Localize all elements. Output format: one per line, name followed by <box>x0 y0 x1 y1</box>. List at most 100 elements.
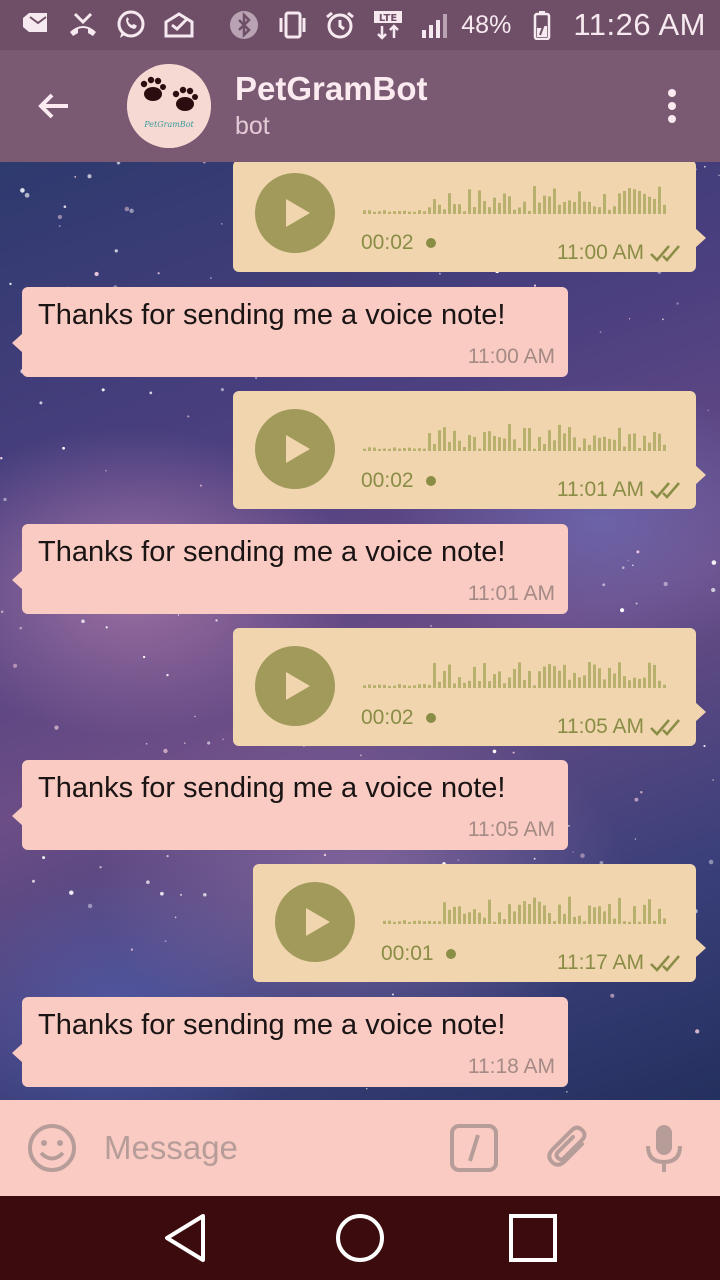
waveform-bar <box>383 210 386 214</box>
waveform-bar <box>458 906 461 924</box>
waveform-bar <box>398 448 401 451</box>
waveform-bar <box>388 211 391 214</box>
voice-message[interactable]: 00:02 11:05 AM <box>233 628 706 746</box>
waveform-bar <box>398 684 401 688</box>
star <box>711 560 717 565</box>
message-time: 11:01 AM <box>467 582 555 605</box>
waveform-bar <box>583 438 586 451</box>
incoming-message[interactable]: Thanks for sending me a voice note! 11:0… <box>12 524 568 614</box>
star <box>149 391 153 395</box>
avatar-logo-text: PetGramBot <box>143 120 194 129</box>
waveform-bar <box>623 190 626 214</box>
signal-icon <box>419 10 453 40</box>
waveform-bar <box>368 447 371 451</box>
waveform-bar <box>443 427 446 451</box>
message-text: Thanks for sending me a voice note! <box>38 772 506 804</box>
waveform-bar <box>363 685 366 688</box>
battery-percent: 48% <box>461 10 512 39</box>
waveform-bar <box>408 921 411 924</box>
star <box>81 619 85 624</box>
star <box>183 742 186 744</box>
waveform-bar <box>658 680 661 688</box>
nav-home-button[interactable] <box>330 1208 390 1268</box>
waveform-bar <box>593 206 596 214</box>
star <box>366 1088 368 1090</box>
waveform-bar <box>568 679 571 688</box>
waveform-bar <box>663 204 666 214</box>
waveform-bar <box>528 210 531 214</box>
waveform-bar <box>568 896 571 924</box>
waveform-bar <box>403 920 406 924</box>
waveform-bar <box>518 447 521 451</box>
waveform-bar <box>483 663 486 688</box>
waveform-bar <box>618 193 621 214</box>
waveform-bar <box>558 904 561 924</box>
star <box>215 619 218 622</box>
voice-message[interactable]: 00:02 11:01 AM <box>233 391 706 509</box>
waveform-bar <box>383 448 386 451</box>
svg-text:LTE: LTE <box>379 13 398 24</box>
waveform-bar <box>493 435 496 451</box>
waveform-bar <box>458 440 461 451</box>
back-button[interactable] <box>14 50 94 162</box>
waveform-bar <box>543 195 546 214</box>
waveform-bar <box>598 906 601 924</box>
bot-command-button[interactable] <box>448 1122 500 1174</box>
incoming-message[interactable]: Thanks for sending me a voice note! 11:0… <box>12 287 568 377</box>
incoming-message[interactable]: Thanks for sending me a voice note! 11:0… <box>12 760 568 850</box>
system-navigation-bar <box>0 1196 720 1280</box>
star <box>636 550 640 554</box>
waveform-bar <box>523 427 526 451</box>
message-time: 11:01 AM <box>556 478 644 501</box>
waveform-bar <box>578 677 581 688</box>
waveform-bar <box>418 210 421 214</box>
waveform-bar <box>598 437 601 451</box>
play-button[interactable] <box>275 882 355 962</box>
voice-message[interactable]: 00:02 11:00 AM <box>233 162 706 272</box>
waveform-bar <box>598 668 601 688</box>
star <box>164 940 167 942</box>
star <box>13 663 18 668</box>
waveform-bar <box>548 196 551 214</box>
waveform-bar <box>403 685 406 688</box>
waveform-bar <box>488 431 491 451</box>
waveform-bar <box>608 667 611 688</box>
waveform-bar <box>638 447 641 451</box>
incoming-message[interactable]: Thanks for sending me a voice note! 11:1… <box>12 997 568 1087</box>
star <box>199 484 202 487</box>
chat-title-block[interactable]: PetGramBot bot <box>235 69 642 143</box>
waveform-bar <box>413 920 416 924</box>
waveform-bar <box>513 209 516 214</box>
waveform-bar <box>648 442 651 451</box>
play-button[interactable] <box>255 409 335 489</box>
waveform-bar <box>518 904 521 924</box>
star <box>492 749 497 754</box>
double-check-icon <box>650 955 680 972</box>
star <box>87 174 92 179</box>
voice-duration: 00:02 <box>361 231 436 255</box>
waveform-bar <box>378 211 381 214</box>
waveform-bar <box>393 447 396 451</box>
overflow-menu-button[interactable] <box>642 66 702 146</box>
play-button[interactable] <box>255 646 335 726</box>
avatar[interactable]: PetGramBot <box>127 64 211 148</box>
play-button[interactable] <box>255 173 335 253</box>
nav-recents-button[interactable] <box>503 1208 563 1268</box>
voice-record-button[interactable] <box>638 1122 690 1174</box>
waveform-bar <box>368 210 371 214</box>
emoji-icon <box>28 1124 76 1172</box>
emoji-button[interactable] <box>26 1122 78 1174</box>
star <box>157 272 160 275</box>
waveform-bar <box>593 907 596 924</box>
more-vertical-icon <box>668 89 676 123</box>
star <box>391 993 395 996</box>
waveform-bar <box>633 906 636 924</box>
star <box>19 626 23 630</box>
attach-button[interactable] <box>544 1122 596 1174</box>
message-input[interactable] <box>104 1118 434 1178</box>
waveform-bar <box>393 211 396 214</box>
waveform-bar <box>653 920 656 924</box>
nav-back-button[interactable] <box>157 1208 217 1268</box>
message-list[interactable]: 00:02 11:00 AM Thanks for sending me a v… <box>0 162 720 1100</box>
voice-message[interactable]: 00:01 11:17 AM <box>253 864 706 982</box>
